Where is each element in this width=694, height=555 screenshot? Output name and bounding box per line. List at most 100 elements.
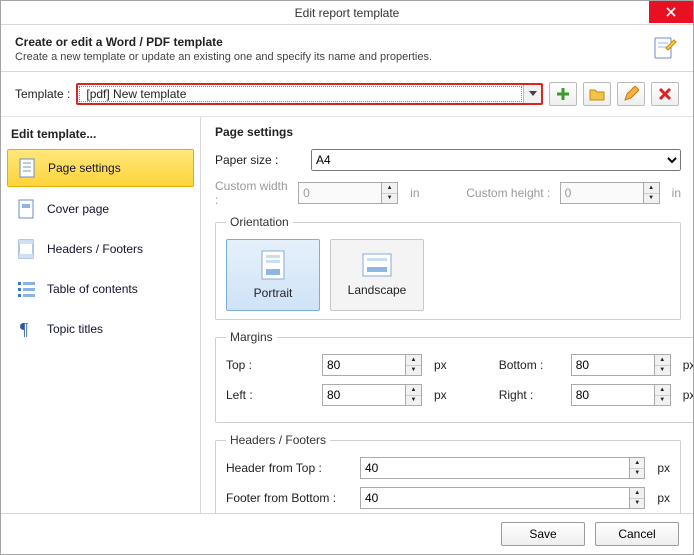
sidebar-item-label: Headers / Footers (47, 242, 143, 256)
spin-up[interactable]: ▲ (630, 488, 644, 499)
page-icon (18, 158, 38, 178)
chevron-down-icon (529, 91, 537, 97)
spin-down: ▼ (644, 194, 659, 204)
headers-footers-group: Headers / Footers Header from Top : ▲▼ p… (215, 433, 681, 513)
custom-height-unit: in (672, 186, 681, 200)
sidebar: Edit template... Page settings Cover pag… (1, 117, 201, 513)
spin-up[interactable]: ▲ (406, 385, 421, 396)
footer-from-bottom-spinner[interactable]: ▲▼ (360, 487, 645, 509)
template-row: Template : [pdf] New template (1, 72, 693, 117)
portrait-label: Portrait (254, 286, 293, 300)
custom-width-unit: in (410, 186, 419, 200)
orientation-legend: Orientation (226, 215, 293, 229)
margin-right-label: Right : (499, 388, 563, 402)
paper-size-select[interactable]: A4 (311, 149, 681, 171)
pencil-icon (623, 86, 639, 102)
sidebar-item-table-of-contents[interactable]: Table of contents (7, 271, 194, 307)
margin-right-input[interactable] (571, 384, 655, 406)
header-from-top-input[interactable] (360, 457, 630, 479)
close-button[interactable] (649, 1, 693, 23)
header-from-top-spinner[interactable]: ▲▼ (360, 457, 645, 479)
margin-unit: px (434, 358, 447, 372)
custom-height-spinner: ▲▼ (560, 182, 660, 204)
pilcrow-icon: ¶ (17, 319, 37, 339)
margin-left-spinner[interactable]: ▲▼ (322, 384, 422, 406)
titlebar: Edit report template (1, 1, 693, 25)
orientation-landscape[interactable]: Landscape (330, 239, 424, 311)
spin-up: ▲ (382, 183, 397, 194)
portrait-icon (261, 250, 285, 280)
hf-unit: px (657, 491, 670, 505)
open-folder-button[interactable] (583, 82, 611, 106)
landscape-icon (362, 253, 392, 277)
spin-down: ▼ (382, 194, 397, 204)
svg-text:¶: ¶ (20, 319, 28, 339)
orientation-group: Orientation Portrait Landscape (215, 215, 681, 320)
headers-footers-icon (17, 239, 37, 259)
new-template-button[interactable] (549, 82, 577, 106)
custom-height-label: Custom height : (466, 186, 551, 200)
hf-legend: Headers / Footers (226, 433, 330, 447)
custom-width-input (298, 182, 382, 204)
margin-left-input[interactable] (322, 384, 406, 406)
margin-right-spinner[interactable]: ▲▼ (571, 384, 671, 406)
sidebar-item-label: Topic titles (47, 322, 103, 336)
plus-icon (555, 86, 571, 102)
close-icon (666, 7, 676, 17)
sidebar-item-page-settings[interactable]: Page settings (7, 149, 194, 187)
custom-height-input (560, 182, 644, 204)
margin-unit: px (683, 358, 693, 372)
margin-top-spinner[interactable]: ▲▼ (322, 354, 422, 376)
orientation-portrait[interactable]: Portrait (226, 239, 320, 311)
custom-width-spinner: ▲▼ (298, 182, 398, 204)
margin-top-input[interactable] (322, 354, 406, 376)
hf-unit: px (657, 461, 670, 475)
margin-unit: px (434, 388, 447, 402)
margins-group: Margins Top : ▲▼ px Bottom : ▲▼ px Left … (215, 330, 693, 423)
delete-template-button[interactable] (651, 82, 679, 106)
edit-template-button[interactable] (617, 82, 645, 106)
template-combo[interactable]: [pdf] New template (76, 83, 543, 105)
spin-down[interactable]: ▼ (630, 499, 644, 509)
spin-down[interactable]: ▼ (406, 366, 421, 376)
cover-page-icon (17, 199, 37, 219)
save-button[interactable]: Save (501, 522, 585, 546)
header-subtitle: Create a new template or update an exist… (15, 51, 643, 63)
spin-up: ▲ (644, 183, 659, 194)
spin-down[interactable]: ▼ (655, 366, 670, 376)
template-dropdown-button[interactable] (523, 85, 541, 103)
spin-up[interactable]: ▲ (655, 355, 670, 366)
spin-down[interactable]: ▼ (406, 396, 421, 406)
sidebar-item-label: Page settings (48, 161, 121, 175)
header-title: Create or edit a Word / PDF template (15, 35, 643, 49)
spin-up[interactable]: ▲ (655, 385, 670, 396)
sidebar-item-headers-footers[interactable]: Headers / Footers (7, 231, 194, 267)
sidebar-item-topic-titles[interactable]: ¶ Topic titles (7, 311, 194, 347)
footer-from-bottom-input[interactable] (360, 487, 630, 509)
folder-icon (589, 87, 605, 101)
spin-down[interactable]: ▼ (630, 469, 644, 479)
margin-bottom-input[interactable] (571, 354, 655, 376)
header-from-top-label: Header from Top : (226, 461, 352, 475)
cancel-button[interactable]: Cancel (595, 522, 679, 546)
sidebar-item-cover-page[interactable]: Cover page (7, 191, 194, 227)
spin-down[interactable]: ▼ (655, 396, 670, 406)
dialog-window: Edit report template Create or edit a Wo… (0, 0, 694, 555)
spin-up[interactable]: ▲ (630, 458, 644, 469)
margin-left-label: Left : (226, 388, 314, 402)
header: Create or edit a Word / PDF template Cre… (1, 25, 693, 72)
sidebar-item-label: Cover page (47, 202, 109, 216)
sidebar-item-label: Table of contents (47, 282, 138, 296)
main-panel: Page settings Paper size : A4 Custom wid… (201, 117, 693, 513)
margin-unit: px (683, 388, 693, 402)
sidebar-header: Edit template... (11, 127, 190, 141)
custom-width-label: Custom width : (215, 179, 290, 207)
margin-bottom-label: Bottom : (499, 358, 563, 372)
margin-bottom-spinner[interactable]: ▲▼ (571, 354, 671, 376)
template-label: Template : (15, 87, 70, 101)
landscape-label: Landscape (348, 283, 407, 297)
spin-up[interactable]: ▲ (406, 355, 421, 366)
edit-template-icon (651, 35, 679, 63)
margins-legend: Margins (226, 330, 277, 344)
x-icon (658, 87, 672, 101)
